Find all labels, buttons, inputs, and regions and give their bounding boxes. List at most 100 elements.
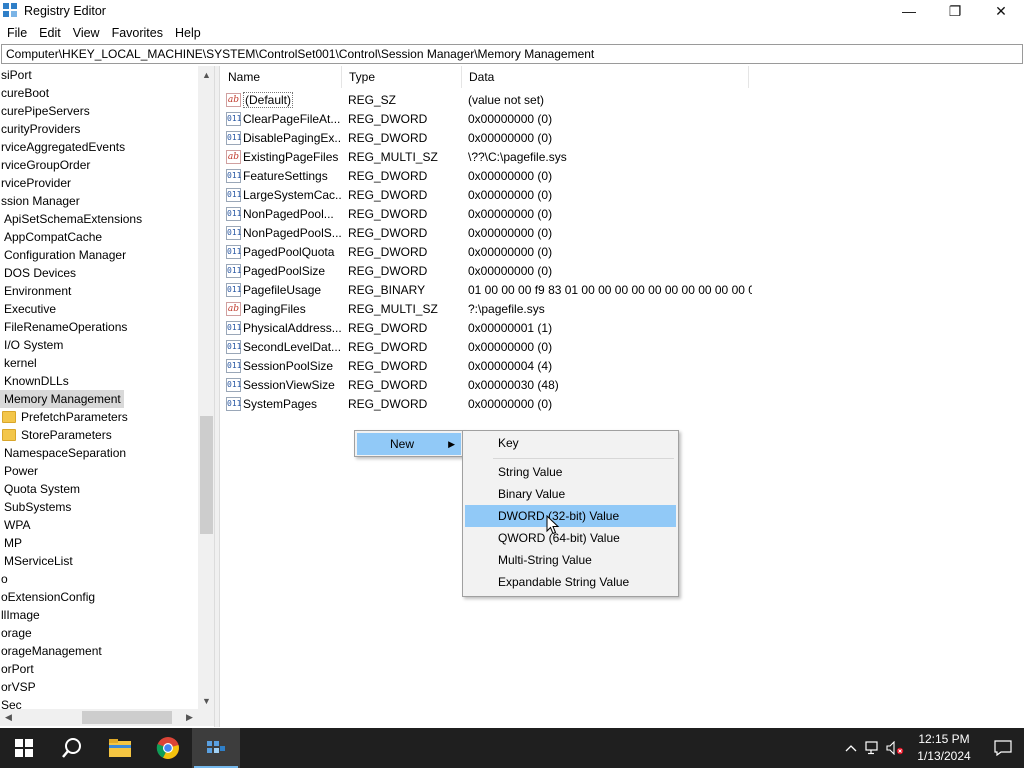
scroll-thumb-horizontal[interactable] <box>82 711 172 724</box>
table-row[interactable]: 011 PagefileUsage REG_BINARY 01 00 00 00 f9… <box>221 280 752 299</box>
column-header-type[interactable]: Type <box>342 66 462 88</box>
menu-favorites[interactable]: Favorites <box>106 26 169 40</box>
tree-vertical-scrollbar[interactable]: ▲ ▼ <box>198 66 214 709</box>
notification-center-button[interactable] <box>982 728 1024 768</box>
tree-item[interactable]: StoreParameters <box>0 426 115 444</box>
column-header-data[interactable]: Data <box>462 66 749 88</box>
tree-item[interactable]: siPort <box>0 66 35 84</box>
table-row[interactable]: 011 ClearPageFileAt... REG_DWORD 0x00000000… <box>221 109 752 128</box>
tree-item[interactable]: Environment <box>0 282 74 300</box>
table-row[interactable]: 011 DisablePagingEx... REG_DWORD 0x00000000… <box>221 128 752 147</box>
tree-item[interactable]: NamespaceSeparation <box>0 444 129 462</box>
tree-horizontal-scrollbar[interactable]: ◀ ▶ <box>0 709 198 726</box>
table-row[interactable]: 011 SystemPages REG_DWORD 0x00000000 (0) <box>221 394 752 413</box>
submenu-qword-value[interactable]: QWORD (64-bit) Value <box>465 527 676 549</box>
scroll-thumb[interactable] <box>200 416 213 534</box>
tree-item[interactable]: DOS Devices <box>0 264 79 282</box>
submenu-expandable-string-value[interactable]: Expandable String Value <box>465 571 676 593</box>
tree-item[interactable]: KnownDLLs <box>0 372 72 390</box>
tree-item[interactable]: o <box>0 570 11 588</box>
tree-item[interactable]: PrefetchParameters <box>0 408 131 426</box>
tree-item[interactable]: I/O System <box>0 336 66 354</box>
tree-item[interactable]: Power <box>0 462 41 480</box>
tree-item[interactable]: curePipeServers <box>0 102 93 120</box>
tree-item[interactable]: llImage <box>0 606 43 624</box>
tree-item[interactable]: ssion Manager <box>0 192 83 210</box>
table-row[interactable]: 011 SecondLevelDat... REG_DWORD 0x00000000 … <box>221 337 752 356</box>
tree-item-label: kernel <box>4 356 37 370</box>
submenu-string-value[interactable]: String Value <box>465 461 676 483</box>
chrome-button[interactable] <box>144 728 192 768</box>
submenu-multi-string-value[interactable]: Multi-String Value <box>465 549 676 571</box>
tree-item[interactable]: orage <box>0 624 35 642</box>
tree-item[interactable]: rviceGroupOrder <box>0 156 93 174</box>
volume-muted-icon[interactable] <box>884 728 906 768</box>
tree-item[interactable]: kernel <box>0 354 40 372</box>
scroll-right-icon[interactable]: ▶ <box>181 709 198 726</box>
menu-view[interactable]: View <box>67 26 106 40</box>
network-icon[interactable] <box>862 728 884 768</box>
tree-item[interactable]: Executive <box>0 300 59 318</box>
minimize-button[interactable]: — <box>886 0 932 22</box>
table-row[interactable]: ab PagingFiles REG_MULTI_SZ ?:\pagefile.sys <box>221 299 752 318</box>
context-new[interactable]: New ▶ <box>357 433 461 455</box>
tree-item[interactable]: Quota System <box>0 480 83 498</box>
table-row[interactable]: 011 PagedPoolSize REG_DWORD 0x00000000 (0) <box>221 261 752 280</box>
submenu-binary-value[interactable]: Binary Value <box>465 483 676 505</box>
pane-splitter[interactable] <box>215 66 220 727</box>
table-row[interactable]: 011 FeatureSettings REG_DWORD 0x00000000 (0… <box>221 166 752 185</box>
menu-edit[interactable]: Edit <box>33 26 67 40</box>
tree-item[interactable]: Sec <box>0 696 25 709</box>
search-button[interactable] <box>48 728 96 768</box>
clock-time: 12:15 PM <box>918 732 970 746</box>
binary-value-icon: 011 <box>226 244 241 259</box>
submenu-dword-value[interactable]: DWORD (32-bit) Value <box>465 505 676 527</box>
table-row[interactable]: 011 SessionViewSize REG_DWORD 0x00000030 (4… <box>221 375 752 394</box>
tree-item[interactable]: orVSP <box>0 678 39 696</box>
scroll-left-icon[interactable]: ◀ <box>0 709 17 726</box>
cell-name: 011 SessionPoolSize <box>221 358 342 373</box>
binary-value-icon: 011 <box>226 377 241 392</box>
tree-item[interactable]: MServiceList <box>0 552 76 570</box>
table-row[interactable]: 011 NonPagedPool... REG_DWORD 0x00000000 (0… <box>221 204 752 223</box>
table-row[interactable]: 011 PhysicalAddress... REG_DWORD 0x00000001… <box>221 318 752 337</box>
tree-item[interactable]: curityProviders <box>0 120 83 138</box>
tree-item[interactable]: Configuration Manager <box>0 246 129 264</box>
taskbar-clock[interactable]: 12:15 PM 1/13/2024 <box>906 731 982 765</box>
scroll-down-icon[interactable]: ▼ <box>198 692 214 709</box>
table-row[interactable]: ab (Default) REG_SZ (value not set) <box>221 90 752 109</box>
tree-item[interactable]: oExtensionConfig <box>0 588 98 606</box>
column-header-name[interactable]: Name <box>221 66 342 88</box>
tree-item[interactable]: orageManagement <box>0 642 105 660</box>
table-row[interactable]: 011 SessionPoolSize REG_DWORD 0x00000004 (4… <box>221 356 752 375</box>
start-button[interactable] <box>0 728 48 768</box>
tree-pane: siPort cureBoot curePipeServers curityProvi… <box>0 66 215 727</box>
table-row[interactable]: 011 NonPagedPoolS... REG_DWORD 0x00000000 (… <box>221 223 752 242</box>
address-bar[interactable]: Computer\HKEY_LOCAL_MACHINE\SYSTEM\Contr… <box>1 44 1023 64</box>
table-row[interactable]: 011 PagedPoolQuota REG_DWORD 0x00000000 (0) <box>221 242 752 261</box>
value-type: REG_DWORD <box>348 111 428 126</box>
table-row[interactable]: 011 LargeSystemCac... REG_DWORD 0x00000000 … <box>221 185 752 204</box>
tree-item-label: AppCompatCache <box>4 230 103 244</box>
tree-item[interactable]: orPort <box>0 660 37 678</box>
tree-item[interactable]: MP <box>0 534 25 552</box>
menu-file[interactable]: File <box>0 26 33 40</box>
tree-item[interactable]: Memory Management <box>0 390 124 408</box>
tree-item[interactable]: SubSystems <box>0 498 74 516</box>
tree-item[interactable]: cureBoot <box>0 84 52 102</box>
submenu-key[interactable]: Key <box>465 432 676 454</box>
tree-item[interactable]: rviceProvider <box>0 174 74 192</box>
tree-item[interactable]: rviceAggregatedEvents <box>0 138 128 156</box>
tree-item[interactable]: ApiSetSchemaExtensions <box>0 210 145 228</box>
maximize-button[interactable]: ❐ <box>932 0 978 22</box>
tree-item[interactable]: AppCompatCache <box>0 228 105 246</box>
regedit-taskbar-button[interactable] <box>192 728 240 768</box>
file-explorer-button[interactable] <box>96 728 144 768</box>
menu-help[interactable]: Help <box>169 26 207 40</box>
close-button[interactable]: ✕ <box>978 0 1024 22</box>
tree-item[interactable]: WPA <box>0 516 33 534</box>
tree-item[interactable]: FileRenameOperations <box>0 318 130 336</box>
table-row[interactable]: ab ExistingPageFiles REG_MULTI_SZ \??\C:\pa… <box>221 147 752 166</box>
scroll-up-icon[interactable]: ▲ <box>198 66 214 83</box>
chevron-up-icon[interactable] <box>840 728 862 768</box>
